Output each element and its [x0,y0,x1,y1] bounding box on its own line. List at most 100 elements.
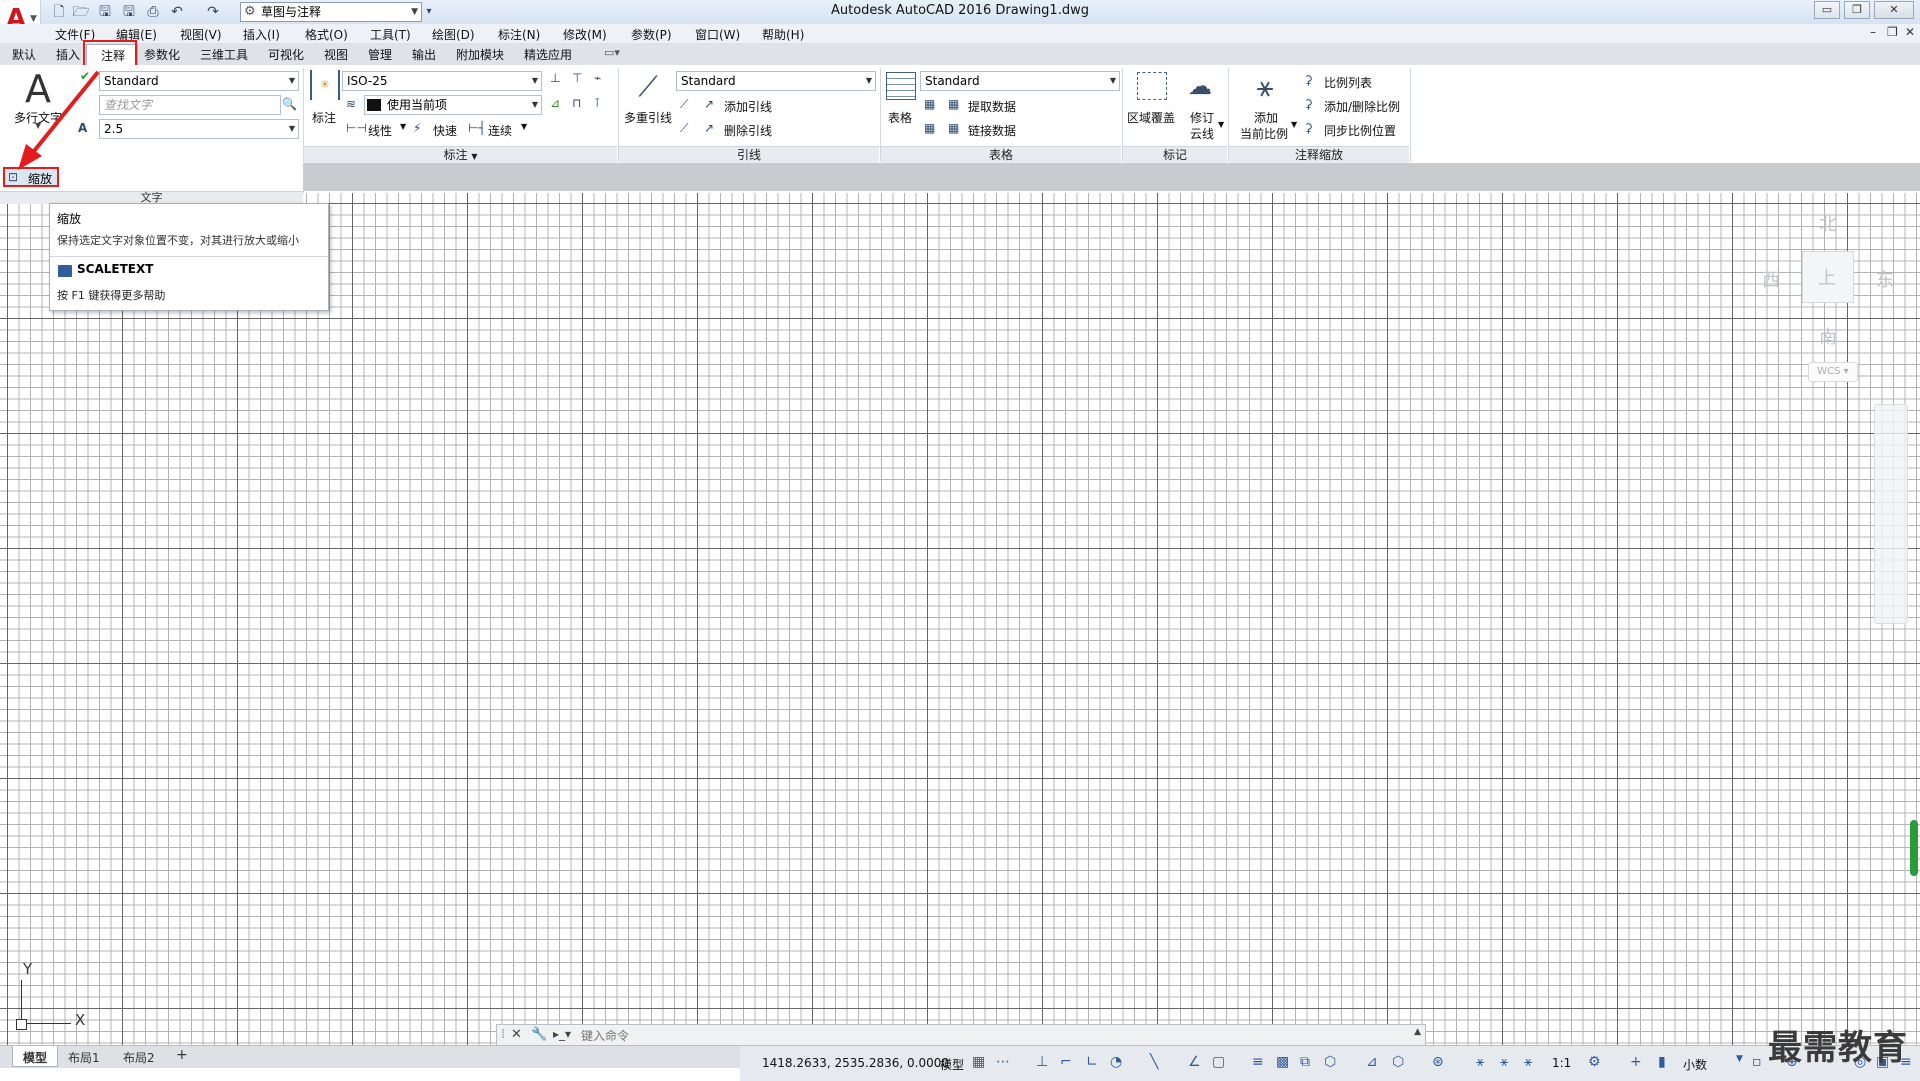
table-sort-icon[interactable]: ▦ [924,97,935,111]
annotation-scale-value[interactable]: 1:1 [1552,1056,1571,1070]
sync-scale-label[interactable]: 同步比例位置 [1324,122,1396,139]
dynamic-input-icon[interactable]: ⌐ [1060,1054,1072,1070]
find-text-input[interactable]: 查找文字 [99,95,281,115]
panel-title-markup[interactable]: 标记 [1123,146,1227,164]
panel-title-dimension[interactable]: 标注 ▼ [304,146,617,164]
menu-insert[interactable]: 插入(I) [243,26,280,43]
mleader-icon[interactable]: ⟋ [630,70,666,104]
table-update-icon[interactable]: ▦ [924,121,935,135]
chevron-down-icon[interactable]: ▼ [1736,1054,1743,1064]
command-prompt-icon[interactable]: ▸_▾ [553,1027,571,1041]
tab-layout1[interactable]: 布局1 [68,1049,100,1066]
tab-model[interactable]: 模型 [12,1046,58,1067]
dimension-icon[interactable]: ✳ [310,70,340,100]
revcloud-icon[interactable]: ☁ [1184,72,1216,100]
tab-visualize[interactable]: 可视化 [268,46,304,63]
tab-featured-apps[interactable]: 精选应用 [524,46,572,63]
menu-parametric[interactable]: 参数(P) [631,26,672,43]
text-style-dropdown[interactable]: Standard ▼ [99,71,299,91]
link-data-label[interactable]: 链接数据 [968,122,1016,139]
dim-style-dropdown[interactable]: ISO-25 ▼ [342,71,542,91]
add-delete-scale-label[interactable]: 添加/删除比例 [1324,98,1400,115]
panel-title-table[interactable]: 表格 [881,146,1121,164]
chevron-down-icon[interactable]: ▼ [1291,120,1297,129]
menu-help[interactable]: 帮助(H) [762,26,804,43]
menu-format[interactable]: 格式(O) [305,26,348,43]
linear-dim-icon[interactable]: ⊢⊣ [346,121,367,135]
revcloud-label-1[interactable]: 修订 [1190,109,1214,126]
find-replace-icon[interactable]: 🔍 [282,97,297,111]
add-leader-icon[interactable]: ↗ [704,97,714,111]
annotation-visibility-icon[interactable]: ⚹ [1476,1054,1484,1070]
lineweight-icon[interactable]: ≡ [1252,1054,1264,1070]
dim-oblique-icon[interactable]: ⊓ [572,96,581,110]
align-leader-icon[interactable]: ⟋ [680,97,688,112]
add-leader-label[interactable]: 添加引线 [724,98,772,115]
viewcube-west[interactable]: 西 [1762,266,1780,292]
menu-view[interactable]: 视图(V) [180,26,222,43]
panel-title-leader[interactable]: 引线 [619,146,879,164]
tab-view[interactable]: 视图 [324,46,348,63]
text-height-dropdown[interactable]: 2.5 ▼ [99,119,299,139]
annotation-scale-icon[interactable]: ⚹ [1524,1054,1532,1070]
dynamic-ucs-icon[interactable]: ⊿ [1366,1054,1378,1070]
isodraft-icon[interactable]: ╲ [1150,1054,1158,1070]
doc-restore-button[interactable]: ❐ [1887,25,1898,39]
dim-override-icon[interactable]: ⊺ [594,96,600,110]
table-icon[interactable] [886,72,916,100]
gizmo-icon[interactable]: ⊛ [1432,1054,1444,1070]
tab-manage[interactable]: 管理 [368,46,392,63]
scroll-indicator[interactable] [1910,820,1918,876]
close-icon[interactable]: ✕ [511,1027,522,1042]
save-as-icon[interactable]: 🖫 [120,3,138,21]
chevron-down-icon[interactable]: ▼ [1218,120,1224,129]
units-value[interactable]: 小数 [1683,1056,1707,1073]
infer-constraints-icon[interactable]: ⊥ [1036,1054,1048,1070]
add-scale-label-2[interactable]: 当前比例 [1240,125,1288,142]
dim-update-icon[interactable]: ⊿ [550,96,560,110]
continue-dim-icon[interactable]: ⊢┤ [468,121,486,135]
dim-space-icon[interactable]: ⊤ [572,71,582,85]
panel-title-scaling[interactable]: 注释缩放 [1229,146,1409,164]
menu-modify[interactable]: 修改(M) [563,26,607,43]
remove-leader-icon[interactable]: ↗ [704,121,714,135]
coordinates-readout[interactable]: 1418.2633, 2535.2836, 0.0000 [762,1056,949,1070]
selection-filter-icon[interactable]: ⬡ [1392,1054,1404,1070]
viewcube-south[interactable]: 南 [1819,323,1837,349]
table-style-dropdown[interactable]: Standard ▼ [920,71,1120,91]
redo-icon[interactable]: ↷ [204,3,222,21]
tab-output[interactable]: 输出 [412,46,436,63]
navigation-bar[interactable] [1874,404,1908,624]
auto-scale-icon[interactable]: ⚹ [1500,1054,1508,1070]
dimension-label[interactable]: 标注 [312,109,336,126]
chevron-down-icon[interactable]: ▼ [400,122,406,131]
table-label[interactable]: 表格 [888,109,912,126]
minimize-button[interactable]: ▭ [1814,1,1840,19]
mleader-label[interactable]: 多重引线 [624,109,672,126]
wipeout-label[interactable]: 区域覆盖 [1127,109,1175,126]
viewcube[interactable]: 上 [1802,251,1854,303]
open-icon[interactable]: 🗁 [72,3,90,21]
doc-minimize-button[interactable]: – [1870,25,1876,39]
extract-data-icon[interactable]: ▦ [948,97,959,111]
workspace-switch-icon[interactable]: ⚙ [1588,1054,1601,1070]
continue-label[interactable]: 连续 [488,122,512,139]
grip-icon[interactable]: ⁞ [501,1027,505,1042]
chevron-down-icon[interactable]: ▼ [521,122,527,131]
add-scale-icon[interactable]: ⚹ [1248,70,1282,104]
qat-menu-icon[interactable]: ▾ [420,3,438,21]
model-space-button[interactable]: 模型 [940,1056,964,1073]
wrench-icon[interactable]: 🔧 [531,1027,547,1042]
sync-scale-icon[interactable]: ⚳ [1304,121,1313,135]
revcloud-label-2[interactable]: 云线 [1190,125,1214,142]
maximize-button[interactable]: ❐ [1844,1,1870,19]
tab-3d-tools[interactable]: 三维工具 [200,46,248,63]
new-icon[interactable]: 🗋 [50,3,68,21]
add-scale-label-1[interactable]: 添加 [1254,109,1278,126]
menu-tools[interactable]: 工具(T) [370,26,411,43]
add-layout-button[interactable]: + [176,1047,188,1063]
tab-parametric[interactable]: 参数化 [144,46,180,63]
snap-icon[interactable]: ⋯ [996,1054,1010,1070]
tab-addins[interactable]: 附加模块 [456,46,504,63]
osnap-icon[interactable]: ▢ [1212,1054,1225,1070]
